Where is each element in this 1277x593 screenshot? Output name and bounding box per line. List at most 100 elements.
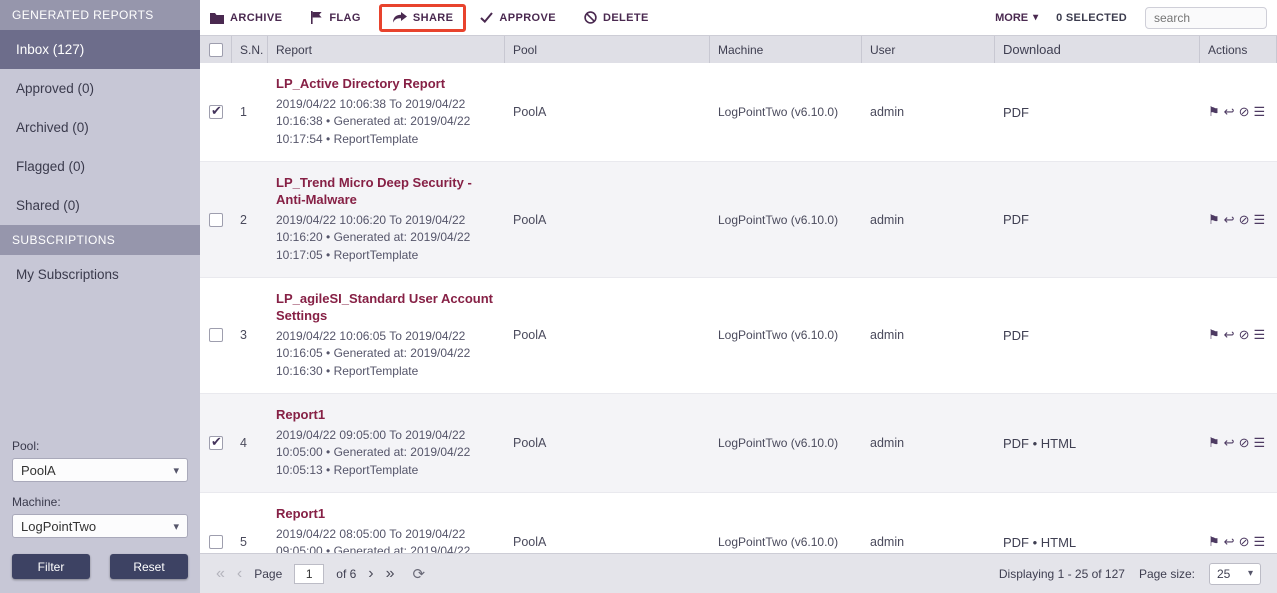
sidebar-filters: Pool: PoolA ▾ Machine: LogPointTwo ▾ Fil…: [0, 429, 200, 593]
column-header-report[interactable]: Report: [268, 36, 505, 63]
row-actions: ⚑ ↩ ⊘ ☰: [1200, 162, 1277, 277]
sidebar-item-shared[interactable]: Shared (0): [0, 186, 200, 225]
pool-select[interactable]: PoolA ▾: [12, 458, 188, 482]
next-page-icon[interactable]: ›: [368, 566, 373, 582]
list-icon[interactable]: ☰: [1253, 212, 1265, 228]
column-header-download[interactable]: Download: [995, 36, 1200, 63]
sidebar-item-approved[interactable]: Approved (0): [0, 69, 200, 108]
table-body: 1 LP_Active Directory Report 2019/04/22 …: [200, 63, 1277, 553]
toolbar: ARCHIVE FLAG SHARE APPROVE DELETE: [200, 0, 1277, 35]
report-title[interactable]: Report1: [276, 506, 495, 523]
row-checkbox[interactable]: [209, 213, 223, 227]
sidebar-item-inbox[interactable]: Inbox (127): [0, 30, 200, 69]
revert-icon[interactable]: ↩: [1224, 534, 1235, 550]
block-icon[interactable]: ⊘: [1239, 327, 1250, 343]
pool-select-value: PoolA: [21, 463, 56, 478]
flag-icon[interactable]: ⚑: [1208, 534, 1220, 550]
row-machine: LogPointTwo (v6.10.0): [710, 394, 862, 492]
revert-icon[interactable]: ↩: [1224, 327, 1235, 343]
row-pool: PoolA: [505, 63, 710, 161]
reset-button[interactable]: Reset: [110, 554, 188, 579]
sidebar-section-subscriptions: SUBSCRIPTIONS: [0, 225, 200, 255]
column-header-machine[interactable]: Machine: [710, 36, 862, 63]
report-title[interactable]: Report1: [276, 407, 495, 424]
flag-icon[interactable]: ⚑: [1208, 104, 1220, 120]
sidebar: GENERATED REPORTS Inbox (127) Approved (…: [0, 0, 200, 593]
row-download-links[interactable]: PDF • HTML: [995, 394, 1200, 492]
column-header-pool[interactable]: Pool: [505, 36, 710, 63]
share-button[interactable]: SHARE: [392, 12, 454, 24]
block-icon[interactable]: ⊘: [1239, 104, 1250, 120]
search-input[interactable]: [1145, 7, 1267, 29]
list-icon[interactable]: ☰: [1253, 534, 1265, 550]
block-icon[interactable]: ⊘: [1239, 534, 1250, 550]
row-download-links[interactable]: PDF: [995, 63, 1200, 161]
sidebar-item-archived[interactable]: Archived (0): [0, 108, 200, 147]
check-icon: [480, 12, 493, 23]
report-title[interactable]: LP_Trend Micro Deep Security - Anti-Malw…: [276, 175, 495, 209]
machine-select[interactable]: LogPointTwo ▾: [12, 514, 188, 538]
sidebar-item-flagged[interactable]: Flagged (0): [0, 147, 200, 186]
block-icon[interactable]: ⊘: [1239, 435, 1250, 451]
flag-icon[interactable]: ⚑: [1208, 327, 1220, 343]
row-sn: 3: [232, 278, 268, 393]
block-icon[interactable]: ⊘: [1239, 212, 1250, 228]
flag-icon[interactable]: ⚑: [1208, 212, 1220, 228]
pool-label: Pool:: [12, 439, 188, 453]
flag-button[interactable]: FLAG: [310, 11, 361, 24]
main-content: ARCHIVE FLAG SHARE APPROVE DELETE: [200, 0, 1277, 593]
machine-label: Machine:: [12, 495, 188, 509]
row-download-links[interactable]: PDF • HTML: [995, 493, 1200, 553]
share-icon: [392, 12, 407, 24]
row-download-links[interactable]: PDF: [995, 162, 1200, 277]
filter-button[interactable]: Filter: [12, 554, 90, 579]
displaying-label: Displaying 1 - 25 of 127: [999, 567, 1125, 581]
approve-button-label: APPROVE: [499, 12, 556, 24]
revert-icon[interactable]: ↩: [1224, 212, 1235, 228]
first-page-icon[interactable]: «: [216, 566, 225, 582]
row-checkbox[interactable]: [209, 328, 223, 342]
chevron-down-icon: ▾: [173, 464, 179, 477]
page-number-input[interactable]: [294, 564, 324, 584]
row-sn: 4: [232, 394, 268, 492]
column-header-user[interactable]: User: [862, 36, 995, 63]
column-header-sn[interactable]: S.N.: [232, 36, 268, 63]
row-user: admin: [862, 493, 995, 553]
revert-icon[interactable]: ↩: [1224, 104, 1235, 120]
row-actions: ⚑ ↩ ⊘ ☰: [1200, 63, 1277, 161]
row-checkbox[interactable]: [209, 105, 223, 119]
row-user: admin: [862, 394, 995, 492]
report-title[interactable]: LP_agileSI_Standard User Account Setting…: [276, 291, 495, 325]
report-title[interactable]: LP_Active Directory Report: [276, 76, 495, 93]
page-size-select[interactable]: 25 ▾: [1209, 563, 1261, 585]
more-button[interactable]: MORE ▾: [995, 12, 1038, 24]
row-checkbox[interactable]: [209, 436, 223, 450]
row-sn: 5: [232, 493, 268, 553]
revert-icon[interactable]: ↩: [1224, 435, 1235, 451]
refresh-icon[interactable]: ⟳: [413, 565, 426, 583]
row-pool: PoolA: [505, 278, 710, 393]
row-actions: ⚑ ↩ ⊘ ☰: [1200, 278, 1277, 393]
row-user: admin: [862, 278, 995, 393]
list-icon[interactable]: ☰: [1253, 327, 1265, 343]
delete-button[interactable]: DELETE: [584, 11, 649, 24]
column-header-actions[interactable]: Actions: [1200, 36, 1277, 63]
prev-page-icon[interactable]: ‹: [237, 566, 242, 582]
row-user: admin: [862, 63, 995, 161]
more-button-label: MORE: [995, 12, 1028, 24]
sidebar-item-my-subscriptions[interactable]: My Subscriptions: [0, 255, 200, 294]
chevron-down-icon: ▾: [1248, 568, 1253, 579]
report-details: 2019/04/22 10:06:20 To 2019/04/22 10:16:…: [276, 212, 495, 264]
list-icon[interactable]: ☰: [1253, 104, 1265, 120]
table-row: 4 Report1 2019/04/22 09:05:00 To 2019/04…: [200, 394, 1277, 493]
archive-button[interactable]: ARCHIVE: [210, 12, 282, 24]
row-pool: PoolA: [505, 162, 710, 277]
row-download-links[interactable]: PDF: [995, 278, 1200, 393]
approve-button[interactable]: APPROVE: [480, 12, 556, 24]
flag-icon[interactable]: ⚑: [1208, 435, 1220, 451]
last-page-icon[interactable]: »: [386, 566, 395, 582]
list-icon[interactable]: ☰: [1253, 435, 1265, 451]
select-all-checkbox[interactable]: [209, 43, 223, 57]
row-checkbox[interactable]: [209, 535, 223, 549]
row-machine: LogPointTwo (v6.10.0): [710, 162, 862, 277]
